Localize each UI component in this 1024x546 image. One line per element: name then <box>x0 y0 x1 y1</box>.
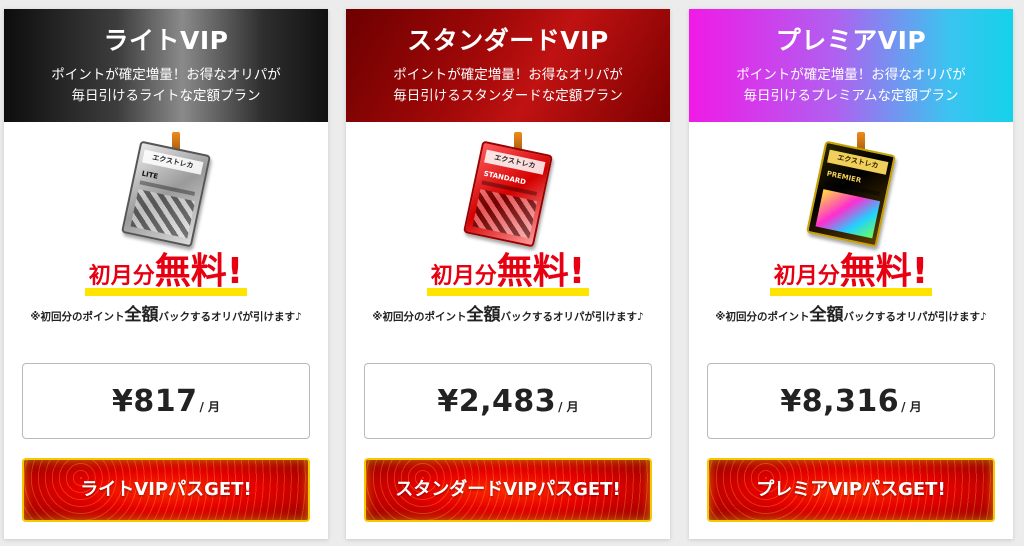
pass-image: エクストレカ STANDARD <box>346 122 670 248</box>
plan-description-line: ポイントが確定増量！お得なオリパが <box>393 67 623 83</box>
button-label: プレミアVIPパスGET! <box>756 479 946 500</box>
plan-title: スタンダードVIP <box>407 26 609 55</box>
refund-note: ※初回分のポイント全額バックするオリパが引けます♪ <box>346 298 670 332</box>
note-text: バックするオリパが引けます♪ <box>500 311 644 323</box>
plan-description-line: 毎日引けるプレミアムな定額プラン <box>743 88 959 104</box>
plan-title: プレミアVIP <box>775 26 927 55</box>
plan-card-premier: プレミアVIP ポイントが確定増量！お得なオリパが 毎日引けるプレミアムな定額プ… <box>689 9 1013 539</box>
plan-description-line: 毎日引けるライトな定額プラン <box>71 88 261 104</box>
note-text: ※初回分のポイント <box>30 311 125 323</box>
plan-description-line: ポイントが確定増量！お得なオリパが <box>736 67 966 83</box>
free-label-big: 無料! <box>839 251 929 292</box>
price-box: ¥2,483/ 月 <box>364 363 652 439</box>
note-text: ※初回分のポイント <box>372 311 467 323</box>
note-text: バックするオリパが引けます♪ <box>158 311 302 323</box>
refund-note: ※初回分のポイント全額バックするオリパが引けます♪ <box>4 298 328 332</box>
price-box: ¥8,316/ 月 <box>707 363 995 439</box>
plan-title: ライトVIP <box>103 26 229 55</box>
note-text: バックするオリパが引けます♪ <box>843 311 987 323</box>
button-label: スタンダードVIPパスGET! <box>395 479 621 500</box>
pass-emblem <box>130 189 196 239</box>
note-text: ※初回分のポイント <box>715 311 810 323</box>
free-label-small: 初月分 <box>88 264 155 289</box>
get-standard-vip-pass-button[interactable]: スタンダードVIPパスGET! <box>364 458 652 522</box>
vip-pass-card-icon: エクストレカ STANDARD <box>463 140 553 248</box>
plan-description: ポイントが確定増量！お得なオリパが 毎日引けるプレミアムな定額プラン <box>689 65 1013 107</box>
vip-pass-card-icon: エクストレカ LITE <box>121 140 211 248</box>
plan-description-line: 毎日引けるスタンダードな定額プラン <box>393 88 623 104</box>
plan-card-standard: スタンダードVIP ポイントが確定増量！お得なオリパが 毎日引けるスタンダードな… <box>346 9 670 539</box>
note-emphasis: 全額 <box>124 305 159 325</box>
vip-pass-card-icon: エクストレカ PREMIER <box>806 140 896 248</box>
price-unit: / 月 <box>199 400 221 414</box>
pass-emblem <box>815 189 881 239</box>
free-first-month-badge: 初月分無料! <box>689 248 1013 298</box>
free-label-big: 無料! <box>154 251 244 292</box>
note-emphasis: 全額 <box>809 305 844 325</box>
get-lite-vip-pass-button[interactable]: ライトVIPパスGET! <box>22 458 310 522</box>
plan-header: ライトVIP ポイントが確定増量！お得なオリパが 毎日引けるライトな定額プラン <box>4 9 328 122</box>
price-value: ¥817 <box>111 384 198 419</box>
pass-image: エクストレカ PREMIER <box>689 122 1013 248</box>
free-label-small: 初月分 <box>773 264 840 289</box>
note-emphasis: 全額 <box>466 305 501 325</box>
free-first-month-badge: 初月分無料! <box>4 248 328 298</box>
refund-note: ※初回分のポイント全額バックするオリパが引けます♪ <box>689 298 1013 332</box>
pass-emblem <box>472 189 538 239</box>
price-value: ¥8,316 <box>780 384 900 419</box>
plan-description: ポイントが確定増量！お得なオリパが 毎日引けるライトな定額プラン <box>4 65 328 107</box>
plan-header: スタンダードVIP ポイントが確定増量！お得なオリパが 毎日引けるスタンダードな… <box>346 9 670 122</box>
pass-image: エクストレカ LITE <box>4 122 328 248</box>
plan-card-lite: ライトVIP ポイントが確定増量！お得なオリパが 毎日引けるライトな定額プラン … <box>4 9 328 539</box>
free-label-big: 無料! <box>496 251 586 292</box>
price-box: ¥817/ 月 <box>22 363 310 439</box>
plan-description: ポイントが確定増量！お得なオリパが 毎日引けるスタンダードな定額プラン <box>346 65 670 107</box>
free-label-small: 初月分 <box>430 264 497 289</box>
price-unit: / 月 <box>901 400 922 414</box>
price-value: ¥2,483 <box>437 384 557 419</box>
price-unit: / 月 <box>558 400 579 414</box>
button-label: ライトVIPパスGET! <box>80 479 252 500</box>
get-premier-vip-pass-button[interactable]: プレミアVIPパスGET! <box>707 458 995 522</box>
plan-description-line: ポイントが確定増量！お得なオリパが <box>51 67 281 83</box>
free-first-month-badge: 初月分無料! <box>346 248 670 298</box>
plan-header: プレミアVIP ポイントが確定増量！お得なオリパが 毎日引けるプレミアムな定額プ… <box>689 9 1013 122</box>
